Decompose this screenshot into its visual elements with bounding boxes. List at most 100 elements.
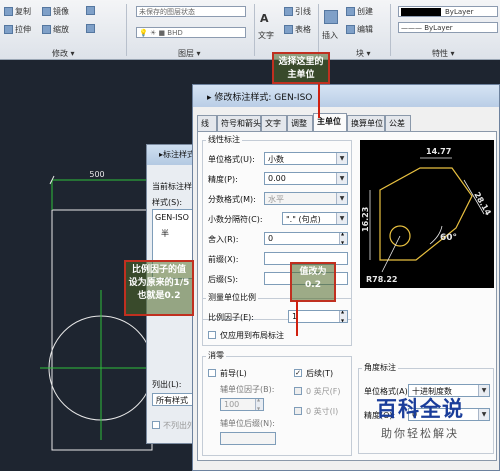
prefix-label: 前缀(X): [208,255,239,264]
scale-tool[interactable]: 缩放 [42,24,69,35]
trailing-checkbox[interactable]: ✓ [294,369,302,377]
feet-label: 0 英尺(F) [306,387,341,396]
layer-state-combo[interactable]: 未保存的图层状态 [136,6,246,17]
annotation-arrow [318,84,320,118]
spin-arrows-icon[interactable] [339,311,347,322]
tab-tolerances[interactable]: 公差 [385,115,411,131]
preview-part-outline [379,167,473,261]
chevron-down-icon: ▼ [478,409,489,420]
sub-factor-spinner[interactable]: 100 [220,398,264,411]
linetype-combo[interactable]: ——— ByLayer [398,22,498,33]
color-combo[interactable]: ByLayer [398,6,498,17]
array-tool[interactable] [86,24,97,33]
color-swatch [401,8,441,16]
create-block-icon [346,7,355,16]
dimension-text: 500 [89,170,104,179]
zero-section-title: 消零 [206,350,226,361]
scale-factor-label: 比例因子(E): [208,313,254,322]
create-block-tool[interactable]: 创建 [346,6,373,17]
round-off-spinner[interactable]: 0 [264,232,348,245]
copy-tool[interactable]: 复制 [4,6,31,17]
array-icon [86,24,95,33]
preview-dim-radius: R78.22 [366,275,397,284]
spin-arrows-icon[interactable] [255,399,263,410]
precision-label: 精度(P): [208,175,238,184]
tab-symbols-arrows[interactable]: 符号和箭头 [217,115,261,131]
decimal-separator-label: 小数分隔符(C): [208,215,263,224]
exclude-xref-label: 不列出外 [163,421,195,430]
fraction-format-label: 分数格式(M): [208,195,256,204]
fillet-icon [86,6,95,15]
block-panel-label[interactable]: 块 ▾ [356,48,371,59]
table-tool[interactable]: 表格 [284,24,311,35]
chevron-down-icon: ▼ [336,193,347,204]
preview-window: 14.77 16.23 28.14 60° R78.22 [360,140,494,288]
insert-label[interactable]: 插入 [322,30,338,41]
bulb-icon: 💡 ☀ ■ [139,29,168,37]
linear-section-title: 线性标注 [206,134,242,145]
dialog-title: ▸ 修改标注样式: GEN-ISO [193,85,499,107]
ribbon: 复制 镜像 拉伸 缩放 修改 ▾ 未保存的图层状态 💡 ☀ ■ BHD 图层 ▾… [0,0,500,60]
edit-block-icon [346,25,355,34]
stretch-icon [4,25,13,34]
scale-section-title: 测量单位比例 [206,292,258,303]
insert-block-icon [324,10,338,24]
inch-checkbox[interactable] [294,407,302,415]
edit-block-tool[interactable]: 编辑 [346,24,373,35]
annotation-arrow [296,300,298,336]
preview-dim-angle: 60° [440,233,457,243]
round-off-label: 舍入(R): [208,235,239,244]
text-a-icon: A [260,12,269,25]
chevron-down-icon: ▼ [336,153,347,164]
panel-separator [126,4,127,56]
annotation-primary-unit: 选择这里的主单位 [272,52,330,84]
style-list-item-child[interactable]: 半 [161,228,169,239]
tab-lines[interactable]: 线 [197,115,217,131]
feet-checkbox[interactable] [294,387,302,395]
leader-icon [284,7,293,16]
precision-select[interactable]: 0.00 ▼ [264,172,348,185]
unit-format-select[interactable]: 小数 ▼ [264,152,348,165]
layers-panel-label[interactable]: 图层 ▾ [178,48,201,59]
unit-format-label: 单位格式(U): [208,155,255,164]
scale-icon [42,25,51,34]
layout-only-label: 仅应用到布局标注 [220,331,284,340]
watermark-title: 百科全说 [376,397,464,421]
styles-label: 样式(S): [152,198,183,207]
chevron-down-icon: ▼ [336,173,347,184]
fillet-tool[interactable] [86,6,97,15]
insert-tool[interactable] [324,10,340,24]
table-icon [284,25,293,34]
layer-combo[interactable]: 💡 ☀ ■ BHD [136,27,246,38]
style-list-item[interactable]: GEN-ISO [155,213,189,222]
text-tool[interactable]: A [260,12,269,25]
panel-separator [390,4,391,56]
suffix-label: 后缀(S): [208,275,239,284]
spin-arrows-icon[interactable] [339,233,347,244]
decimal-separator-select[interactable]: "." (句点) ▼ [282,212,348,225]
angular-section-title: 角度标注 [362,362,398,373]
trailing-label: 后续(T) [306,369,334,378]
modify-panel-label[interactable]: 修改 ▾ [52,48,75,59]
mirror-icon [42,7,51,16]
fraction-format-select[interactable]: 水平 ▼ [264,192,348,205]
sub-suffix-input[interactable] [220,432,276,445]
preview-dim-left: 16.23 [361,207,370,232]
tab-text[interactable]: 文字 [261,115,287,131]
panel-separator [318,4,319,56]
exclude-xref-checkbox[interactable] [152,421,160,429]
leading-checkbox[interactable] [208,369,216,377]
layout-only-checkbox[interactable] [208,331,216,339]
properties-panel-label[interactable]: 特性 ▾ [432,48,455,59]
tab-fit[interactable]: 调整 [287,115,313,131]
mirror-tool[interactable]: 镜像 [42,6,69,17]
leader-tool[interactable]: 引线 [284,6,311,17]
stretch-tool[interactable]: 拉伸 [4,24,31,35]
tab-alternate-units[interactable]: 换算单位 [347,115,385,131]
chevron-down-icon: ▼ [336,213,347,224]
text-label[interactable]: 文字 [258,30,274,41]
watermark-subtitle: 助你轻松解决 [381,427,459,440]
leading-label: 前导(L) [220,369,247,378]
preview-dim-right: 28.14 [472,191,493,218]
copy-icon [4,7,13,16]
